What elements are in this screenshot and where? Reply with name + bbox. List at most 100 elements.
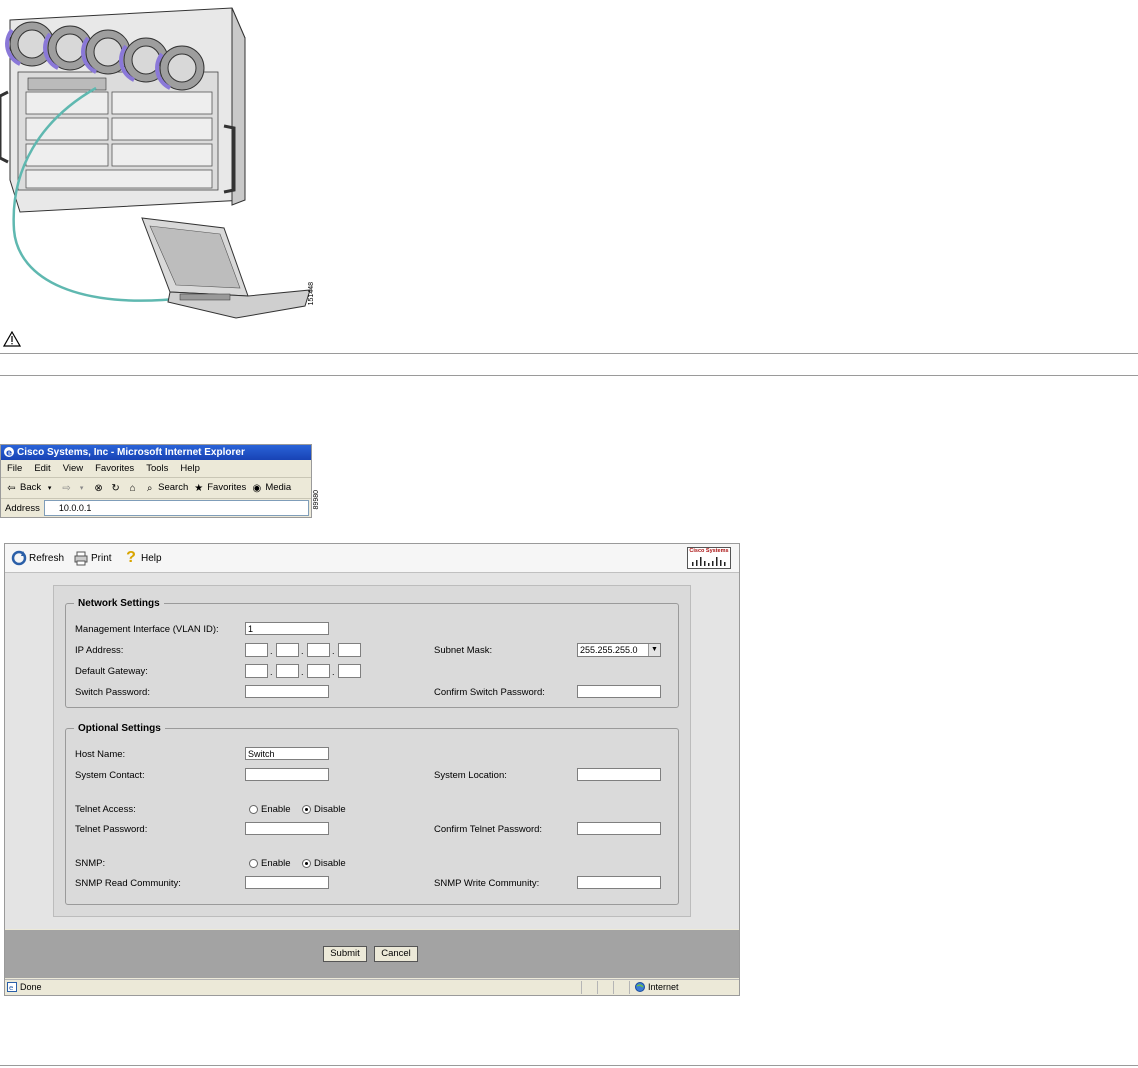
back-arrow-icon: ⇦ <box>7 482 16 494</box>
telnet-enable-radio[interactable]: Enable <box>249 804 291 815</box>
system-contact-input[interactable] <box>245 768 329 781</box>
cancel-button[interactable]: Cancel <box>374 946 418 962</box>
radio-circle-selected <box>302 859 311 868</box>
divider-line <box>0 353 1138 354</box>
gateway-separator: . <box>332 667 335 677</box>
browser-title-bar: e Cisco Systems, Inc - Microsoft Interne… <box>1 445 311 460</box>
ip-separator: . <box>301 646 304 656</box>
system-contact-label: System Contact: <box>75 770 145 781</box>
settings-panel: Network Settings Management Interface (V… <box>53 585 691 917</box>
ip-octet-3-input[interactable] <box>307 643 330 657</box>
status-bar: e Done Internet <box>5 979 739 995</box>
mgmt-interface-input[interactable]: 1 <box>245 622 329 635</box>
telnet-password-input[interactable] <box>245 822 329 835</box>
snmp-enable-radio[interactable]: Enable <box>249 858 291 869</box>
optional-settings-legend: Optional Settings <box>78 723 161 734</box>
ip-octet-2-input[interactable] <box>276 643 299 657</box>
snmp-label: SNMP: <box>75 858 106 869</box>
gateway-octet-2-input[interactable] <box>276 664 299 678</box>
svg-text:e: e <box>9 984 13 992</box>
browser-menu-bar: File Edit View Favorites Tools Help <box>1 460 311 478</box>
page-done-icon: e <box>7 982 17 992</box>
status-text: Done <box>20 982 42 992</box>
menu-help[interactable]: Help <box>174 460 206 477</box>
search-icon: ⌕ <box>146 482 153 494</box>
hyperlink[interactable] <box>83 1038 258 1050</box>
warning-icon <box>3 331 21 347</box>
system-location-label: System Location: <box>434 770 507 781</box>
forward-arrow-icon: ⇨ <box>62 482 71 494</box>
dropdown-arrow-icon: ▾ <box>79 484 84 492</box>
subnet-mask-label: Subnet Mask: <box>434 645 493 656</box>
telnet-password-label: Telnet Password: <box>75 824 148 835</box>
switch-chassis-illustration <box>0 7 311 319</box>
snmp-read-community-label: SNMP Read Community: <box>75 878 181 889</box>
status-divider <box>613 981 614 994</box>
browser-toolbar: ⇦ Back ▾ ⇨ ▾ ⊗ ↻ ⌂ ⌕ Search ★ Favorites ◉ Medi… <box>1 478 311 499</box>
gateway-octet-1-input[interactable] <box>245 664 268 678</box>
search-button[interactable]: ⌕ Search <box>143 478 188 498</box>
telnet-disable-radio[interactable]: Disable <box>302 804 346 815</box>
snmp-write-community-label: SNMP Write Community: <box>434 878 540 889</box>
status-divider <box>581 981 582 994</box>
menu-favorites[interactable]: Favorites <box>89 460 140 477</box>
ip-separator: . <box>270 646 273 656</box>
radio-circle <box>249 805 258 814</box>
form-body: Network Settings Management Interface (V… <box>5 573 739 929</box>
confirm-telnet-password-input[interactable] <box>577 822 661 835</box>
snmp-write-community-input[interactable] <box>577 876 661 889</box>
confirm-switch-password-input[interactable] <box>577 685 661 698</box>
hardware-figure-id: 151448 <box>308 282 315 306</box>
system-location-input[interactable] <box>577 768 661 781</box>
status-divider <box>597 981 598 994</box>
cisco-logo: Cisco Systems <box>687 547 731 569</box>
ie-logo-icon: e <box>4 447 14 458</box>
divider-line <box>0 375 1138 376</box>
back-button[interactable]: ⇦ Back ▾ <box>5 478 56 498</box>
ip-octet-1-input[interactable] <box>245 643 268 657</box>
security-zone-text: Internet <box>648 982 679 992</box>
media-button[interactable]: ◉ Media <box>250 478 291 498</box>
favorites-icon: ★ <box>194 482 204 494</box>
forward-button[interactable]: ⇨ ▾ <box>60 482 88 495</box>
question-mark-icon: ? <box>126 549 136 566</box>
cisco-bridge-icon <box>692 557 726 566</box>
menu-view[interactable]: View <box>57 460 89 477</box>
browser-title: Cisco Systems, Inc - Microsoft Internet … <box>17 447 245 458</box>
subnet-mask-select[interactable]: 255.255.255.0 ▼ <box>577 643 661 657</box>
snmp-read-community-input[interactable] <box>245 876 329 889</box>
print-button[interactable]: Print <box>73 550 112 566</box>
express-setup-window: Refresh Print ? Help Cisco Systems Netwo… <box>4 543 740 996</box>
form-footer: Submit Cancel <box>5 930 739 978</box>
gateway-octet-4-input[interactable] <box>338 664 361 678</box>
browser-figure-id: 89980 <box>313 490 320 510</box>
telnet-access-label: Telnet Access: <box>75 804 136 815</box>
host-name-input[interactable]: Switch <box>245 747 329 760</box>
menu-tools[interactable]: Tools <box>140 460 174 477</box>
switch-password-input[interactable] <box>245 685 329 698</box>
switch-password-label: Switch Password: <box>75 687 150 698</box>
home-icon[interactable]: ⌂ <box>126 482 139 495</box>
printer-icon <box>74 551 88 566</box>
media-icon: ◉ <box>252 482 262 494</box>
network-settings-legend: Network Settings <box>78 598 160 609</box>
ip-octet-4-input[interactable] <box>338 643 361 657</box>
gateway-separator: . <box>301 667 304 677</box>
confirm-telnet-password-label: Confirm Telnet Password: <box>434 824 543 835</box>
help-button[interactable]: ? Help <box>123 549 161 566</box>
menu-file[interactable]: File <box>1 460 28 477</box>
default-gateway-label: Default Gateway: <box>75 666 148 677</box>
stop-icon[interactable]: ⊗ <box>92 482 105 495</box>
refresh-icon[interactable]: ↻ <box>109 482 122 495</box>
submit-button[interactable]: Submit <box>323 946 367 962</box>
status-divider <box>629 981 630 994</box>
snmp-disable-radio[interactable]: Disable <box>302 858 346 869</box>
globe-icon <box>635 982 645 992</box>
favorites-button[interactable]: ★ Favorites <box>192 478 246 498</box>
gateway-octet-3-input[interactable] <box>307 664 330 678</box>
address-bar: Address 10.0.0.1 <box>1 499 311 517</box>
menu-edit[interactable]: Edit <box>28 460 56 477</box>
address-input[interactable]: 10.0.0.1 <box>43 500 309 516</box>
refresh-button[interactable]: Refresh <box>11 550 64 566</box>
address-label: Address <box>5 502 40 514</box>
